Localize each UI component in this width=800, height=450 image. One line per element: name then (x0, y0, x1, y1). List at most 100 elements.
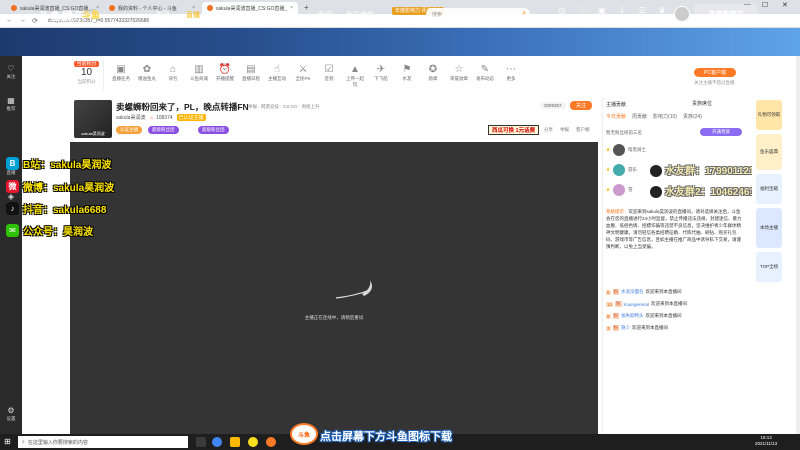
system-notice: 系统提示：欢迎来到sakula昊润波的直播间，请对选择关注后，斗鱼会在您的直播进… (606, 209, 742, 249)
crown-icon: ♛ (606, 187, 611, 192)
function-item[interactable]: ✪ 勋章 (422, 64, 444, 82)
wechat-icon: ✉ (6, 223, 19, 237)
function-item[interactable]: ⋯ 更多 (500, 64, 522, 82)
function-item[interactable]: ✿ 赠送鱼丸 (136, 64, 158, 82)
nav-video[interactable]: 视频 (250, 10, 264, 20)
follow-button[interactable]: 关注 (570, 101, 593, 110)
function-item[interactable]: ☝ 主播互动 (266, 64, 288, 82)
tab-today[interactable]: 今日贡献 (606, 113, 626, 120)
chat-message[interactable]: 9 粉张失踪鸭头 欢迎来到本直播间 (606, 313, 746, 319)
flag-icon: ⚑ (402, 64, 412, 75)
tab-week[interactable]: 周贡献 (632, 113, 647, 120)
share-button[interactable]: 分享 (544, 127, 553, 133)
promo-card[interactable]: 礼物可领取 (756, 100, 782, 130)
nav-category[interactable]: 分类 (216, 10, 230, 20)
noble-slot[interactable]: 贵族席位 (692, 100, 712, 107)
taskbar-search-input[interactable]: ⌕ 在这里输入你要搜索的内容 (18, 436, 188, 448)
function-item[interactable]: ▥ 斗鱼商城 (188, 64, 210, 82)
folder-icon[interactable] (230, 437, 240, 447)
function-item[interactable]: ⚔ 全民PK (292, 64, 314, 82)
function-item[interactable]: ▲ 上传一起玩 (344, 64, 366, 88)
promo-tag[interactable]: 西瓜可换 1元话费 (488, 125, 540, 135)
header-client[interactable]: ⇩ 客户端 (612, 6, 632, 22)
rank-row[interactable]: ♛ 暗黑骑士 (606, 142, 746, 158)
loading-spinner-icon (335, 280, 372, 299)
page-scrollbar[interactable] (796, 56, 800, 434)
douyu-app-icon[interactable] (266, 437, 276, 447)
promo-card[interactable]: 鱼乐盛典 (756, 134, 782, 170)
function-item[interactable]: ⏰ 开播提醒 (214, 64, 236, 82)
header-member[interactable]: ♛ 会员 (652, 6, 672, 22)
streamer-avatar[interactable]: sakula昊润波 (74, 100, 112, 138)
header-broadcast[interactable]: ▣ 开播 (592, 6, 612, 22)
social-wechat: ✉ 公众号：昊润波 (6, 223, 93, 238)
function-item[interactable]: ▤ 直播日程 (240, 64, 262, 82)
rank-tabs: 今日贡献 周贡献 影响力(10) 贵族(24) (606, 113, 746, 120)
search-icon: ⌕ (22, 439, 25, 445)
chrome-icon[interactable] (212, 437, 222, 447)
search-input[interactable]: 搜索 ⌕ (426, 8, 530, 20)
header-banner[interactable]: 年度影响力 (694, 4, 758, 24)
new-tab-button[interactable]: + (304, 3, 309, 12)
user-avatar[interactable] (674, 6, 690, 22)
tab-influence[interactable]: 影响力(10) (653, 113, 677, 120)
site-header (0, 28, 800, 56)
search-icon[interactable]: ⌕ (522, 10, 526, 18)
function-item[interactable]: ☆ 荣誉勋章 (448, 64, 470, 82)
pc-client-button[interactable]: PC客户端 (694, 68, 736, 77)
rank-header: 主播贡献 (606, 102, 627, 108)
function-item[interactable]: ⌂ 背包 (162, 64, 184, 82)
back-button[interactable]: ← (6, 17, 13, 24)
nav-festival[interactable]: 鱼乐盛典 (346, 10, 374, 20)
forward-button[interactable]: → (19, 17, 26, 24)
header-task[interactable]: ☰ 任务 (632, 6, 652, 22)
nav-home[interactable]: 首页 (156, 10, 170, 20)
gear-icon: ⚙ (7, 406, 15, 415)
reload-button[interactable]: ⟳ (32, 17, 38, 25)
report-button[interactable]: 举报 (560, 127, 569, 133)
tab-noble[interactable]: 贵族(24) (683, 113, 702, 120)
sidebar-item-settings[interactable]: ⚙ 设置 (0, 406, 22, 422)
sidebar-item-follow[interactable]: ♡ 关注 (0, 64, 22, 80)
client-button[interactable]: 客户端 (576, 127, 590, 133)
heart-icon: ♡ (7, 64, 15, 73)
checklist-icon: ☑ (324, 64, 334, 75)
nav-yuba[interactable]: 鱼吧 (318, 10, 332, 20)
fans-icon: ♨ (149, 114, 154, 121)
open-noble-button[interactable]: 开通贵族 (700, 128, 742, 136)
promo-card[interactable]: TOP全榜 (756, 252, 782, 282)
function-item[interactable]: ✎ 发布动态 (474, 64, 496, 82)
sidebar-item-recommend[interactable]: ▦ 推荐 (0, 96, 22, 112)
nav-live[interactable]: 直播 (186, 10, 200, 20)
app-icon[interactable] (248, 437, 258, 447)
follow-icon: ♡ (578, 6, 586, 15)
task-icon: ▣ (116, 64, 126, 75)
promo-card[interactable]: 福利宝箱 (756, 174, 782, 204)
close-window-button[interactable]: ✕ (782, 1, 788, 9)
chat-message[interactable]: 5 粉水泥没面包 欢迎来到本直播间 (606, 289, 746, 295)
chat-message[interactable]: 12 粉 Kuangeneral 欢迎来到本直播间 (606, 301, 746, 307)
task-view-icon[interactable] (196, 437, 206, 447)
tag-button[interactable]: 超级粉丝团 (198, 126, 229, 134)
cart-icon: ✈ (376, 64, 386, 75)
function-item[interactable]: ✈ 下飞船 (370, 64, 392, 82)
fans-count: 108374 (155, 114, 173, 121)
crown-icon: ♛ (606, 167, 611, 172)
room-category[interactable]: 举报 · 网游竞技 · CS:GO · 周榜上升 (248, 104, 320, 110)
site-logo[interactable]: 斗鱼娱乐 (38, 8, 86, 24)
function-item[interactable]: ⚑ 水友 (396, 64, 418, 82)
start-button[interactable]: ⊞ (4, 437, 13, 446)
tag-button[interactable]: 超级粉丝团 (148, 126, 179, 134)
streamer-name[interactable]: sakula昊润波 (116, 114, 145, 121)
function-toolbar: ▣ 直播任务 ✿ 赠送鱼丸 ⌂ 背包 ▥ 斗鱼商城 ⏰ 开播提醒 ▤ 直播日程 ☝ 主播互动 … (68, 58, 598, 92)
function-item[interactable]: ☑ 签到 (318, 64, 340, 82)
nav-game[interactable]: 游戏 (284, 10, 298, 20)
header-follow[interactable]: ♡ 关注 (572, 6, 592, 22)
promo-card[interactable]: 本场主播 (756, 208, 782, 248)
tag-button[interactable]: 认证主播 (116, 126, 142, 134)
clock[interactable]: 16:13 2021/11/13 (755, 435, 777, 447)
maximize-button[interactable]: ☐ (762, 1, 768, 9)
header-history[interactable]: ◷ 历史 (552, 6, 572, 22)
function-item[interactable]: ▣ 直播任务 (110, 64, 132, 82)
chat-message[interactable]: 3 粉隐少 欢迎来到本直播间 (606, 325, 746, 331)
